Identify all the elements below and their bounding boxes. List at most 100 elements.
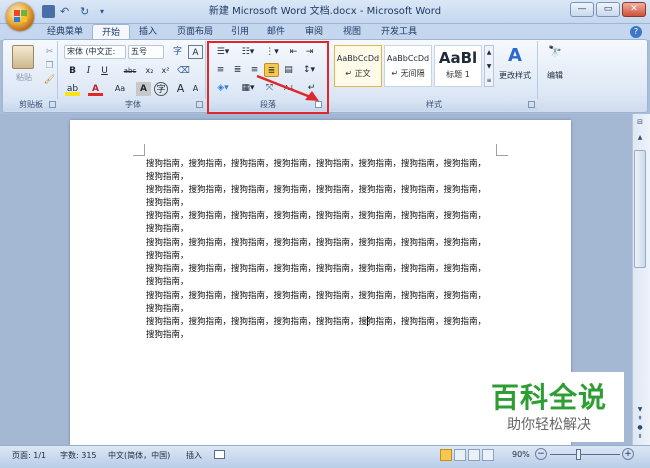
save-icon[interactable] (42, 5, 55, 18)
status-mode[interactable]: 插入 (186, 450, 202, 461)
italic-button[interactable]: I (81, 64, 96, 78)
document-line[interactable]: 搜狗指南，搜狗指南，搜狗指南，搜狗指南，搜狗指南，搜狗指南，搜狗指南，搜狗指南， (146, 263, 506, 276)
tab-references[interactable]: 引用 (224, 24, 256, 40)
style-heading1-name: 标题 1 (446, 70, 470, 79)
document-line[interactable]: 搜狗指南，搜狗指南，搜狗指南，搜狗指南，搜狗指南，搜狗指南，搜狗指南，搜狗指南， (146, 290, 506, 303)
char-shading-icon[interactable]: A (136, 82, 151, 96)
style-normal-preview: AaBbCcDd (336, 54, 380, 63)
font-launcher-icon[interactable] (196, 101, 203, 108)
web-layout-icon[interactable] (468, 449, 480, 461)
change-case-button[interactable]: Aa (111, 82, 129, 96)
status-words[interactable]: 字数: 315 (60, 450, 97, 461)
clear-format-icon[interactable]: ⌫ (176, 64, 191, 78)
superscript-button[interactable]: x² (158, 64, 173, 78)
pinyin-guide-icon[interactable]: 字 (170, 45, 185, 59)
outline-icon[interactable] (482, 449, 494, 461)
document-line[interactable]: 搜狗指南，搜狗指南，搜狗指南，搜狗指南，搜狗指南，搜狗指南，搜狗指南，搜狗指南， (146, 158, 506, 171)
styles-group-label: 样式 (330, 99, 538, 111)
change-styles-label[interactable]: 更改样式 (496, 70, 534, 81)
editing-label[interactable]: 编辑 (540, 70, 570, 81)
style-normal[interactable]: AaBbCcDd ↵ 正文 (334, 45, 382, 87)
maximize-button[interactable]: ▭ (596, 2, 620, 17)
document-line[interactable]: 搜狗指南，搜狗指南，搜狗指南，搜狗指南，搜狗指南，搜狗指南，搜狗指南，搜狗指南， (146, 316, 506, 329)
tab-insert[interactable]: 插入 (132, 24, 164, 40)
office-button[interactable] (6, 3, 34, 31)
highlight-icon[interactable]: ab (65, 82, 80, 96)
style-no-spacing-preview: AaBbCcDd (386, 54, 430, 63)
tab-developer[interactable]: 开发工具 (374, 24, 424, 40)
paste-icon[interactable] (12, 45, 34, 69)
redo-icon[interactable]: ↻ (80, 5, 93, 18)
tab-review[interactable]: 审阅 (298, 24, 330, 40)
crop-mark-tr (496, 144, 508, 156)
office-logo-icon (14, 10, 27, 22)
enclose-char-icon[interactable]: 字 (154, 82, 168, 96)
tab-view[interactable]: 视图 (336, 24, 368, 40)
watermark-subtitle: 助你轻松解决 (507, 417, 591, 433)
subscript-button[interactable]: x₂ (142, 64, 157, 78)
zoom-out-icon[interactable]: − (535, 448, 547, 460)
shrink-font-button[interactable]: A (188, 82, 203, 96)
print-layout-icon[interactable] (440, 449, 452, 461)
style-no-spacing[interactable]: AaBbCcDd ↵ 无间隔 (384, 45, 432, 87)
watermark-title: 百科全说 (490, 381, 607, 414)
zoom-slider[interactable] (550, 454, 620, 455)
scroll-up-icon[interactable]: ▲ (635, 134, 645, 144)
close-button[interactable]: ✕ (622, 2, 646, 17)
bold-button[interactable]: B (65, 64, 80, 78)
tab-classic-menu[interactable]: 经典菜单 (40, 24, 90, 40)
format-painter-icon[interactable]: 🖌 (42, 73, 57, 87)
document-line[interactable]: 搜狗指南， (146, 329, 506, 342)
clipboard-launcher-icon[interactable] (49, 101, 56, 108)
status-language[interactable]: 中文(简体，中国) (108, 450, 170, 461)
font-group-label: 字体 (60, 99, 206, 111)
document-line[interactable]: 搜狗指南， (146, 197, 506, 210)
zoom-slider-thumb[interactable] (576, 449, 581, 460)
cut-icon[interactable]: ✂ (42, 45, 57, 59)
document-line[interactable]: 搜狗指南，搜狗指南，搜狗指南，搜狗指南，搜狗指南，搜狗指南，搜狗指南，搜狗指南， (146, 210, 506, 223)
style-no-spacing-name: ↵ 无间隔 (391, 69, 425, 78)
document-line[interactable]: 搜狗指南， (146, 250, 506, 263)
font-size-select[interactable]: 五号 (128, 45, 164, 59)
document-line[interactable]: 搜狗指南， (146, 276, 506, 289)
zoom-in-icon[interactable]: + (622, 448, 634, 460)
tab-mailings[interactable]: 邮件 (260, 24, 292, 40)
style-heading1[interactable]: AaBl 标题 1 (434, 45, 482, 87)
font-name-select[interactable]: 宋体 (中文正: (64, 45, 126, 59)
document-line[interactable]: 搜狗指南，搜狗指南，搜狗指南，搜狗指南，搜狗指南，搜狗指南，搜狗指南，搜狗指南， (146, 237, 506, 250)
status-page[interactable]: 页面: 1/1 (12, 450, 46, 461)
window-title: 新建 Microsoft Word 文档.docx - Microsoft Wo… (208, 6, 442, 17)
document-line[interactable]: 搜狗指南， (146, 303, 506, 316)
find-icon[interactable]: 🔭 (544, 45, 566, 65)
underline-button[interactable]: U (97, 64, 112, 78)
crop-mark-tl (133, 144, 145, 156)
style-normal-name: ↵ 正文 (345, 69, 371, 78)
browse-object-icon[interactable]: ▼ ⇞ ● ⇟ (635, 405, 645, 441)
char-border-icon[interactable]: A (188, 45, 203, 59)
scroll-thumb[interactable] (634, 150, 646, 268)
styles-scroll[interactable]: ▲ ▼ ≡ (484, 45, 494, 87)
change-styles-icon[interactable]: A (502, 45, 528, 67)
full-screen-icon[interactable] (454, 449, 466, 461)
copy-icon[interactable]: ❐ (42, 59, 57, 73)
tab-page-layout[interactable]: 页面布局 (170, 24, 220, 40)
style-heading1-preview: AaBl (438, 49, 478, 67)
help-icon[interactable]: ? (630, 26, 642, 38)
styles-launcher-icon[interactable] (528, 101, 535, 108)
grow-font-button[interactable]: A (173, 82, 188, 96)
tab-home[interactable]: 开始 (92, 24, 130, 40)
view-buttons (440, 449, 502, 462)
customize-qat-icon[interactable]: ▾ (100, 5, 113, 18)
paste-label[interactable]: 粘贴 (10, 72, 38, 83)
annotation-arrow-icon (256, 74, 319, 101)
macro-record-icon[interactable] (214, 450, 225, 459)
document-line[interactable]: 搜狗指南， (146, 171, 506, 184)
document-line[interactable]: 搜狗指南，搜狗指南，搜狗指南，搜狗指南，搜狗指南，搜狗指南，搜狗指南，搜狗指南， (146, 184, 506, 197)
minimize-button[interactable]: — (570, 2, 594, 17)
strikethrough-button[interactable]: abc (120, 64, 140, 78)
font-color-icon[interactable]: A (88, 82, 103, 96)
document-line[interactable]: 搜狗指南， (146, 223, 506, 236)
zoom-level[interactable]: 90% (512, 450, 530, 459)
ruler-toggle-icon[interactable]: ⊟ (635, 118, 645, 130)
undo-icon[interactable]: ↶ (60, 5, 73, 18)
